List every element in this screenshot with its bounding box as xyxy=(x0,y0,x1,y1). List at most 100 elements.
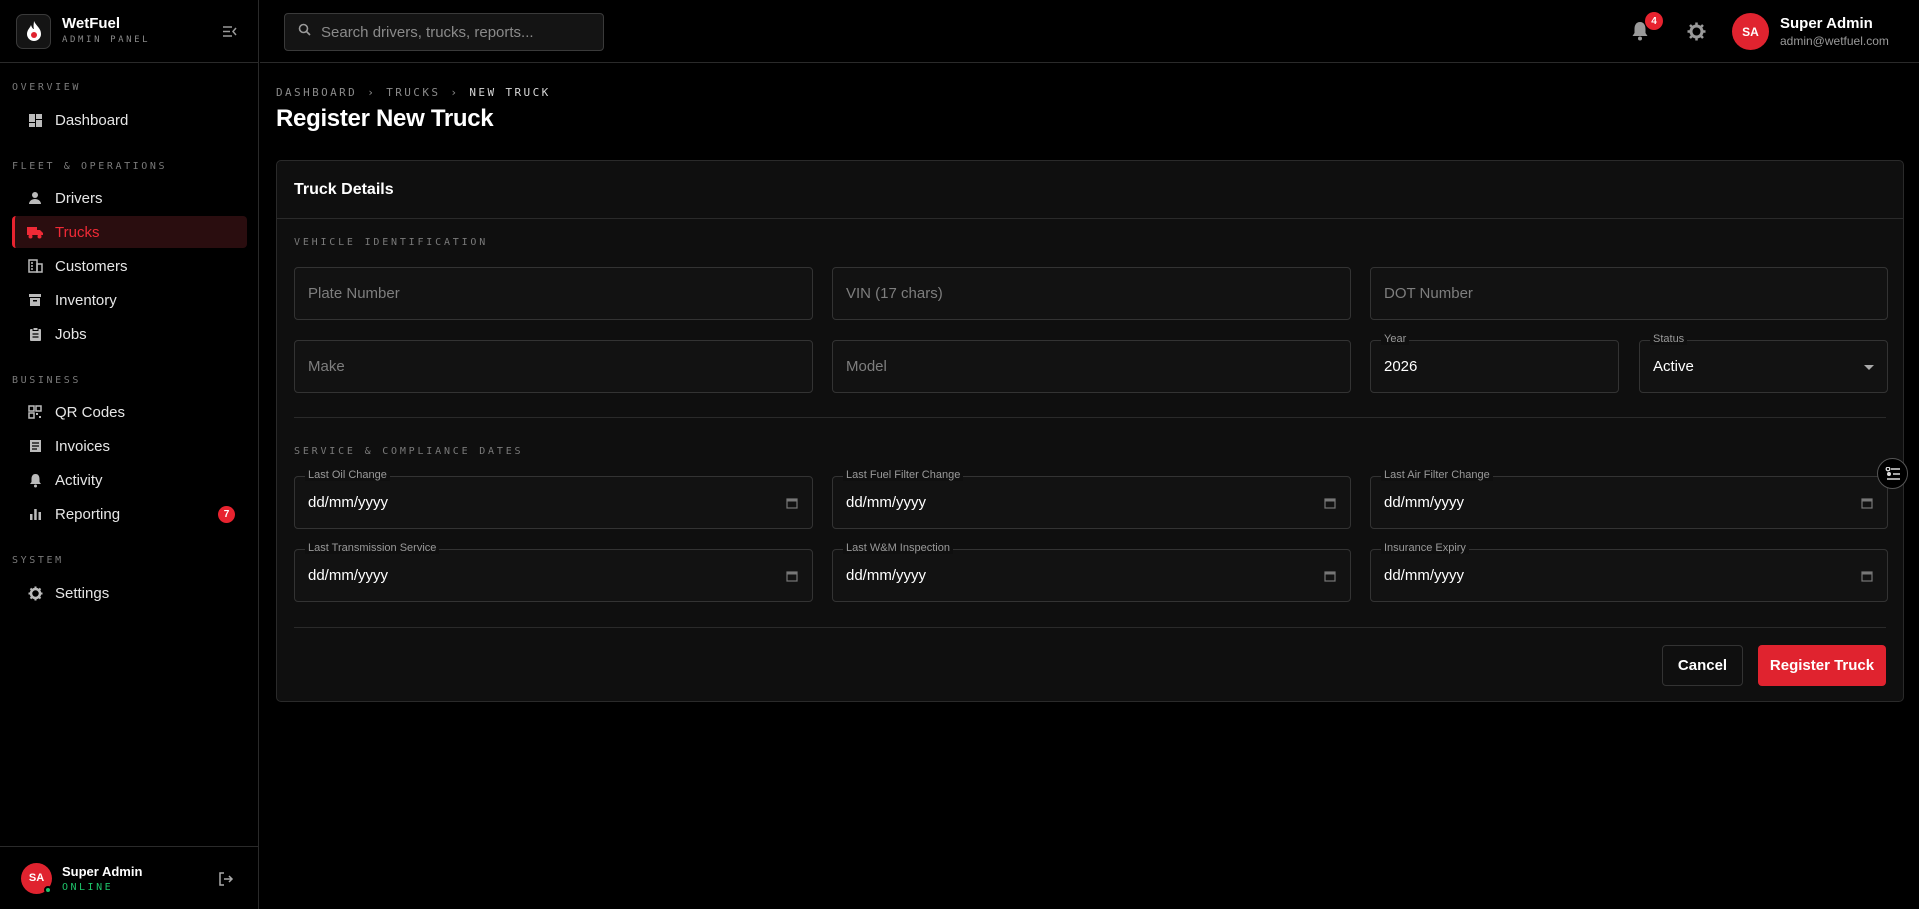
cancel-button[interactable]: Cancel xyxy=(1662,645,1743,686)
sidebar-item-invoices[interactable]: Invoices xyxy=(12,430,247,462)
insurance-expiry-field[interactable]: Insurance Expiry dd/mm/yyyy xyxy=(1370,542,1888,602)
calendar-icon[interactable] xyxy=(786,569,798,582)
dot-number-field[interactable]: DOT Number xyxy=(1370,267,1888,320)
flame-logo-icon xyxy=(16,13,51,49)
breadcrumb-separator: › xyxy=(367,86,377,99)
collapse-sidebar-icon[interactable] xyxy=(221,23,238,40)
date-field-value: dd/mm/yyyy xyxy=(308,567,389,584)
sidebar-item-label: Drivers xyxy=(55,189,103,207)
gear-icon xyxy=(27,585,43,601)
sidebar-item-settings[interactable]: Settings xyxy=(12,577,247,609)
online-status-dot xyxy=(44,885,52,894)
year-field[interactable]: Year 2026 xyxy=(1370,333,1619,393)
sidebar-item-label: Trucks xyxy=(55,223,100,241)
sidebar-item-dashboard[interactable]: Dashboard xyxy=(12,104,247,136)
person-icon xyxy=(27,190,43,206)
dashboard-icon xyxy=(27,112,43,128)
sidebar-item-label: Invoices xyxy=(55,437,111,455)
plate-number-field[interactable]: Plate Number xyxy=(294,267,813,320)
date-field-value: dd/mm/yyyy xyxy=(1384,494,1465,511)
section-divider xyxy=(294,417,1886,418)
section-divider xyxy=(294,627,1886,628)
bar-chart-icon xyxy=(27,506,43,522)
top-bar: 4 SA Super Admin admin@wetfuel.com xyxy=(260,0,1919,63)
truck-details-card: Truck Details VEHICLE IDENTIFICATION Pla… xyxy=(276,160,1904,702)
section-service-dates: SERVICE & COMPLIANCE DATES xyxy=(294,446,524,457)
qr-code-icon xyxy=(27,404,43,420)
year-value: 2026 xyxy=(1384,358,1418,375)
calendar-icon[interactable] xyxy=(1861,496,1873,509)
last-wm-inspection-field[interactable]: Last W&M Inspection dd/mm/yyyy xyxy=(832,542,1351,602)
floating-filter-icon[interactable] xyxy=(1877,458,1908,489)
sidebar-item-label: Inventory xyxy=(55,291,117,309)
last-oil-change-field[interactable]: Last Oil Change dd/mm/yyyy xyxy=(294,469,813,529)
sidebar-item-activity[interactable]: Activity xyxy=(12,464,247,496)
brand-header: WetFuel ADMIN PANEL xyxy=(0,0,258,63)
bell-icon xyxy=(27,472,43,488)
sidebar-item-label: Jobs xyxy=(55,325,87,343)
date-field-value: dd/mm/yyyy xyxy=(1384,567,1465,584)
building-icon xyxy=(27,258,43,274)
footer-user-name: Super Admin xyxy=(62,863,143,879)
user-name: Super Admin xyxy=(1780,15,1873,32)
vin-field[interactable]: VIN (17 chars) xyxy=(832,267,1351,320)
date-field-label: Last Transmission Service xyxy=(305,542,440,554)
nav-section-business: BUSINESS xyxy=(12,375,81,386)
calendar-icon[interactable] xyxy=(1324,496,1336,509)
search-input[interactable] xyxy=(321,23,591,41)
sidebar-item-label: Reporting xyxy=(55,505,121,523)
model-placeholder: Model xyxy=(846,358,887,375)
avatar[interactable]: SA xyxy=(21,862,52,894)
calendar-icon[interactable] xyxy=(1324,569,1336,582)
sidebar: WetFuel ADMIN PANEL OVERVIEW Dashboard F… xyxy=(0,0,259,909)
sidebar-item-label: QR Codes xyxy=(55,403,126,421)
breadcrumb-dashboard[interactable]: DASHBOARD xyxy=(276,86,357,99)
sidebar-item-label: Settings xyxy=(55,584,110,602)
sidebar-item-trucks[interactable]: Trucks xyxy=(12,216,247,248)
clipboard-icon xyxy=(27,326,43,342)
footer-user-status: ONLINE xyxy=(62,881,114,893)
sidebar-user-footer: SA Super Admin ONLINE xyxy=(0,846,259,909)
sidebar-item-qr-codes[interactable]: QR Codes xyxy=(12,396,247,428)
date-field-label: Insurance Expiry xyxy=(1381,542,1469,554)
chevron-down-icon xyxy=(1864,365,1874,370)
make-field[interactable]: Make xyxy=(294,340,813,393)
reporting-count-badge: 7 xyxy=(218,506,235,523)
nav-section-fleet: FLEET & OPERATIONS xyxy=(12,161,168,172)
last-transmission-service-field[interactable]: Last Transmission Service dd/mm/yyyy xyxy=(294,542,813,602)
brand-name: WetFuel xyxy=(62,15,121,32)
status-value: Active xyxy=(1653,358,1694,375)
sidebar-item-drivers[interactable]: Drivers xyxy=(12,182,247,214)
breadcrumb-trucks[interactable]: TRUCKS xyxy=(386,86,440,99)
calendar-icon[interactable] xyxy=(1861,569,1873,582)
status-select[interactable]: Status Active xyxy=(1639,333,1888,393)
card-title: Truck Details xyxy=(277,161,1903,219)
plate-number-placeholder: Plate Number xyxy=(308,285,400,302)
sidebar-item-inventory[interactable]: Inventory xyxy=(12,284,247,316)
status-label: Status xyxy=(1650,333,1688,345)
sidebar-item-jobs[interactable]: Jobs xyxy=(12,318,247,350)
sidebar-item-reporting[interactable]: Reporting 7 xyxy=(12,498,247,530)
sidebar-item-label: Customers xyxy=(55,257,128,275)
date-field-value: dd/mm/yyyy xyxy=(308,494,389,511)
truck-icon xyxy=(27,224,43,240)
last-fuel-filter-change-field[interactable]: Last Fuel Filter Change dd/mm/yyyy xyxy=(832,469,1351,529)
sidebar-item-label: Dashboard xyxy=(55,111,129,129)
date-field-label: Last W&M Inspection xyxy=(843,542,953,554)
sidebar-item-label: Activity xyxy=(55,471,103,489)
date-field-value: dd/mm/yyyy xyxy=(846,567,927,584)
calendar-icon[interactable] xyxy=(786,496,798,509)
section-vehicle-identification: VEHICLE IDENTIFICATION xyxy=(294,237,489,248)
register-truck-button[interactable]: Register Truck xyxy=(1758,645,1886,686)
date-field-label: Last Fuel Filter Change xyxy=(843,469,964,481)
last-air-filter-change-field[interactable]: Last Air Filter Change dd/mm/yyyy xyxy=(1370,469,1888,529)
search-box[interactable] xyxy=(284,13,604,51)
logout-icon[interactable] xyxy=(218,871,234,887)
nav-section-system: SYSTEM xyxy=(12,555,64,566)
sidebar-item-customers[interactable]: Customers xyxy=(12,250,247,282)
model-field[interactable]: Model xyxy=(832,340,1351,393)
user-menu[interactable]: SA Super Admin admin@wetfuel.com xyxy=(1732,13,1889,50)
settings-gear-icon[interactable] xyxy=(1687,22,1706,41)
date-field-label: Last Air Filter Change xyxy=(1381,469,1493,481)
date-field-value: dd/mm/yyyy xyxy=(846,494,927,511)
